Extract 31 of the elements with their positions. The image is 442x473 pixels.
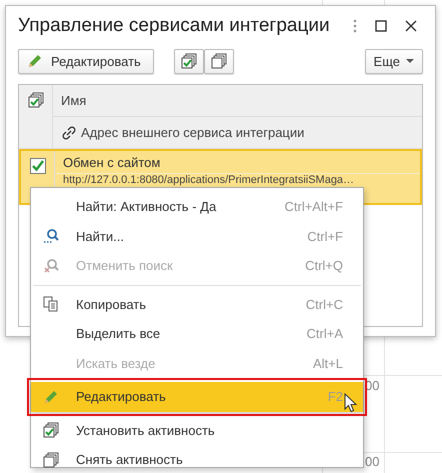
pencil-icon (27, 53, 43, 69)
menu-item[interactable]: Найти... Ctrl+F (31, 222, 363, 251)
checked-stack-icon (180, 53, 197, 69)
mouse-cursor-icon (344, 393, 358, 413)
column-header[interactable]: Имя (53, 85, 422, 116)
copy-icon (43, 296, 59, 312)
column-header[interactable]: Адрес внешнего сервиса интеграции (53, 116, 422, 148)
more-button[interactable]: Еще (364, 48, 423, 74)
menu-item[interactable]: Копировать Ctrl+C (31, 290, 363, 319)
menu-item[interactable]: Снять активность (31, 445, 363, 473)
cancel-search-icon (43, 258, 59, 274)
menu-item[interactable]: Установить активность (31, 416, 363, 445)
set-active-button[interactable] (174, 48, 204, 74)
edit-button[interactable]: Редактировать (18, 48, 154, 74)
pencil-icon (43, 388, 59, 405)
checked-stack-icon (43, 422, 59, 438)
active-column-icon (28, 92, 44, 108)
background-cell-text: 00 (365, 454, 380, 469)
menu-item[interactable]: Выделить все Ctrl+A (31, 319, 363, 348)
link-icon (61, 126, 77, 140)
search-icon (43, 228, 59, 244)
menu-item[interactable]: Редактировать F2 (31, 382, 363, 412)
caret-icon (406, 58, 414, 64)
close-icon[interactable] (405, 20, 417, 32)
clear-active-button[interactable] (204, 48, 234, 74)
maximize-icon[interactable] (375, 20, 387, 32)
table-cell-text: Обмен с сайтом (62, 154, 162, 172)
more-options-icon[interactable] (353, 19, 357, 33)
window-title: Управление сервисами интеграции (18, 15, 331, 37)
active-checkbox[interactable] (30, 158, 46, 174)
empty-stack-icon (210, 53, 227, 69)
